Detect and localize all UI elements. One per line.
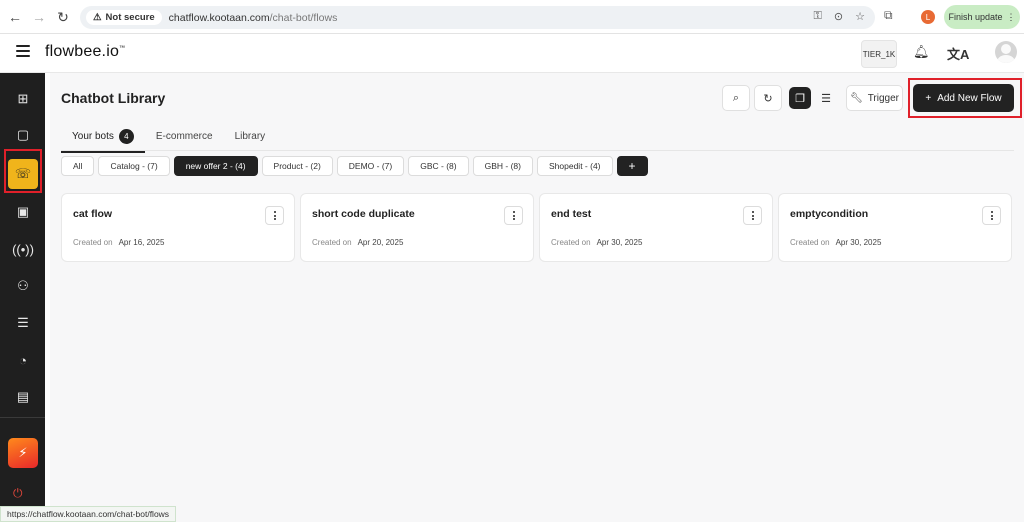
filter-chip-gbh[interactable]: GBH - (8) <box>472 156 533 176</box>
created-date: Apr 30, 2025 <box>596 238 643 247</box>
sidebar-item-broadcast[interactable]: ((•)) <box>8 235 38 263</box>
sidebar-item-users[interactable]: ⚇ <box>8 272 38 300</box>
filter-chip-catalog[interactable]: Catalog - (7) <box>98 156 170 176</box>
forward-icon[interactable]: → <box>28 6 50 28</box>
highlight-box-sidebar <box>4 149 42 193</box>
browser-toolbar: ← → ↻ ⚠ Not secure chatflow.kootaan.com/… <box>0 0 1024 34</box>
list-view-icon: ☰ <box>821 92 831 105</box>
user-avatar[interactable] <box>995 41 1017 63</box>
more-options-button[interactable] <box>504 206 523 225</box>
tab-bar: Your bots 4 E-commerce Library <box>61 125 277 153</box>
lightning-icon: ⚡︎ <box>18 445 28 460</box>
flow-title: end test <box>551 208 592 220</box>
profile-avatar[interactable]: L <box>921 10 935 24</box>
grid-view-button[interactable]: ❐ <box>789 87 811 109</box>
warning-icon: ⚠ <box>93 12 102 23</box>
sidebar-item-store[interactable]: ▤ <box>8 383 38 411</box>
created-label: Created on <box>312 238 352 247</box>
grid-view-icon: ❐ <box>795 92 805 105</box>
app-header: flowbee.io™ TIER_1K 🔔︎ 文A <box>0 34 1024 73</box>
extensions-icon[interactable]: ⧉ <box>884 8 893 23</box>
refresh-button[interactable]: ↻ <box>754 85 782 111</box>
users-icon: ⚇ <box>17 278 29 293</box>
analytics-icon: ◔ <box>19 352 27 368</box>
page-title: Chatbot Library <box>61 90 166 106</box>
back-icon[interactable]: ← <box>4 6 26 28</box>
add-new-flow-button[interactable]: + Add New Flow <box>913 84 1014 112</box>
refresh-icon: ↻ <box>763 92 773 105</box>
sidebar-item-settings[interactable]: ☰ <box>8 309 38 337</box>
main-content: Chatbot Library ⌕ ↻ ❐ ☰ 🔧︎ Trigger + Add… <box>50 73 1024 522</box>
created-date: Apr 20, 2025 <box>357 238 404 247</box>
sidebar-item-analytics[interactable]: ◔ <box>8 346 38 374</box>
trigger-button[interactable]: 🔧︎ Trigger <box>846 85 903 111</box>
created-label: Created on <box>551 238 591 247</box>
translate-icon[interactable]: 文A <box>947 44 969 63</box>
status-bar-url: https://chatflow.kootaan.com/chat-bot/fl… <box>0 506 177 522</box>
filter-chip-gbc[interactable]: GBC - (8) <box>408 156 469 176</box>
filter-chip-product[interactable]: Product - (2) <box>261 156 333 176</box>
search-button[interactable]: ⌕ <box>722 85 750 111</box>
flow-title: cat flow <box>73 208 113 220</box>
tab-ecommerce[interactable]: E-commerce <box>145 125 224 152</box>
secure-label: Not secure <box>105 12 155 23</box>
sidebar-item-dashboard[interactable]: ⊞ <box>8 85 38 113</box>
created-label: Created on <box>790 238 830 247</box>
filter-chip-new-offer-2[interactable]: new offer 2 - (4) <box>173 156 258 176</box>
menu-icon[interactable] <box>16 45 30 57</box>
sidebar-item-chat[interactable]: ▢ <box>8 121 38 149</box>
created-label: Created on <box>73 238 113 247</box>
flow-card[interactable]: short code duplicate Created on Apr 20, 2… <box>300 193 534 262</box>
tier-badge: TIER_1K <box>861 40 897 68</box>
search-icon: ⌕ <box>732 91 740 104</box>
bell-icon[interactable]: 🔔︎ <box>913 44 930 60</box>
more-options-button[interactable] <box>743 206 762 225</box>
more-options-button[interactable] <box>982 206 1001 225</box>
plus-icon: + <box>925 92 932 104</box>
tab-your-bots[interactable]: Your bots 4 <box>61 125 145 153</box>
list-view-button[interactable]: ☰ <box>815 87 837 109</box>
dashboard-icon: ⊞ <box>17 91 29 106</box>
filter-chip-all[interactable]: All <box>61 156 95 176</box>
flow-card[interactable]: cat flow Created on Apr 16, 2025 <box>61 193 295 262</box>
add-filter-button[interactable]: + <box>616 156 648 176</box>
created-date: Apr 16, 2025 <box>118 238 165 247</box>
flow-title: short code duplicate <box>312 208 415 220</box>
address-bar[interactable]: ⚠ Not secure chatflow.kootaan.com/chat-b… <box>80 6 875 29</box>
sidebar-item-contacts[interactable]: ▣ <box>8 198 38 226</box>
filter-chip-demo[interactable]: DEMO - (7) <box>336 156 405 176</box>
wrench-icon: 🔧︎ <box>849 92 863 104</box>
more-vert-icon: ⋮ <box>1006 11 1016 22</box>
tabs-divider <box>61 150 1014 151</box>
tab-library[interactable]: Library <box>224 125 277 152</box>
key-icon[interactable]: ⚿ <box>814 10 822 23</box>
reload-icon[interactable]: ↻ <box>52 6 74 28</box>
settings-sliders-icon: ☰ <box>17 315 29 330</box>
flow-card[interactable]: end test Created on Apr 30, 2025 <box>539 193 773 262</box>
sidebar: ⊞ ▢ ☏ ▣ ((•)) ⚇ ☰ ◔ ▤ ⚡︎ ⏻ <box>0 73 45 522</box>
broadcast-icon: ((•)) <box>12 241 34 257</box>
security-chip[interactable]: ⚠ Not secure <box>86 10 162 25</box>
sidebar-divider <box>0 417 45 418</box>
finish-update-button[interactable]: Finish update ⋮ <box>944 5 1020 29</box>
chat-icon: ▢ <box>16 127 30 142</box>
filter-chips: All Catalog - (7) new offer 2 - (4) Prod… <box>61 156 648 176</box>
created-date: Apr 30, 2025 <box>835 238 882 247</box>
filter-chip-shopedit[interactable]: Shopedit - (4) <box>537 156 613 176</box>
logo: flowbee.io™ <box>45 43 126 60</box>
flow-title: emptycondition <box>790 208 869 220</box>
count-badge: 4 <box>118 129 134 144</box>
flow-cards: cat flow Created on Apr 16, 2025 short co… <box>61 193 1012 262</box>
logout-icon[interactable]: ⏻ <box>13 486 23 501</box>
store-icon: ▤ <box>16 389 30 404</box>
location-icon[interactable]: ⊙ <box>834 10 843 23</box>
star-icon[interactable]: ☆ <box>855 10 865 23</box>
contacts-icon: ▣ <box>16 204 30 219</box>
more-options-button[interactable] <box>265 206 284 225</box>
lightning-button[interactable]: ⚡︎ <box>8 438 38 468</box>
flow-card[interactable]: emptycondition Created on Apr 30, 2025 <box>778 193 1012 262</box>
url-text[interactable]: chatflow.kootaan.com/chat-bot/flows <box>169 12 338 24</box>
